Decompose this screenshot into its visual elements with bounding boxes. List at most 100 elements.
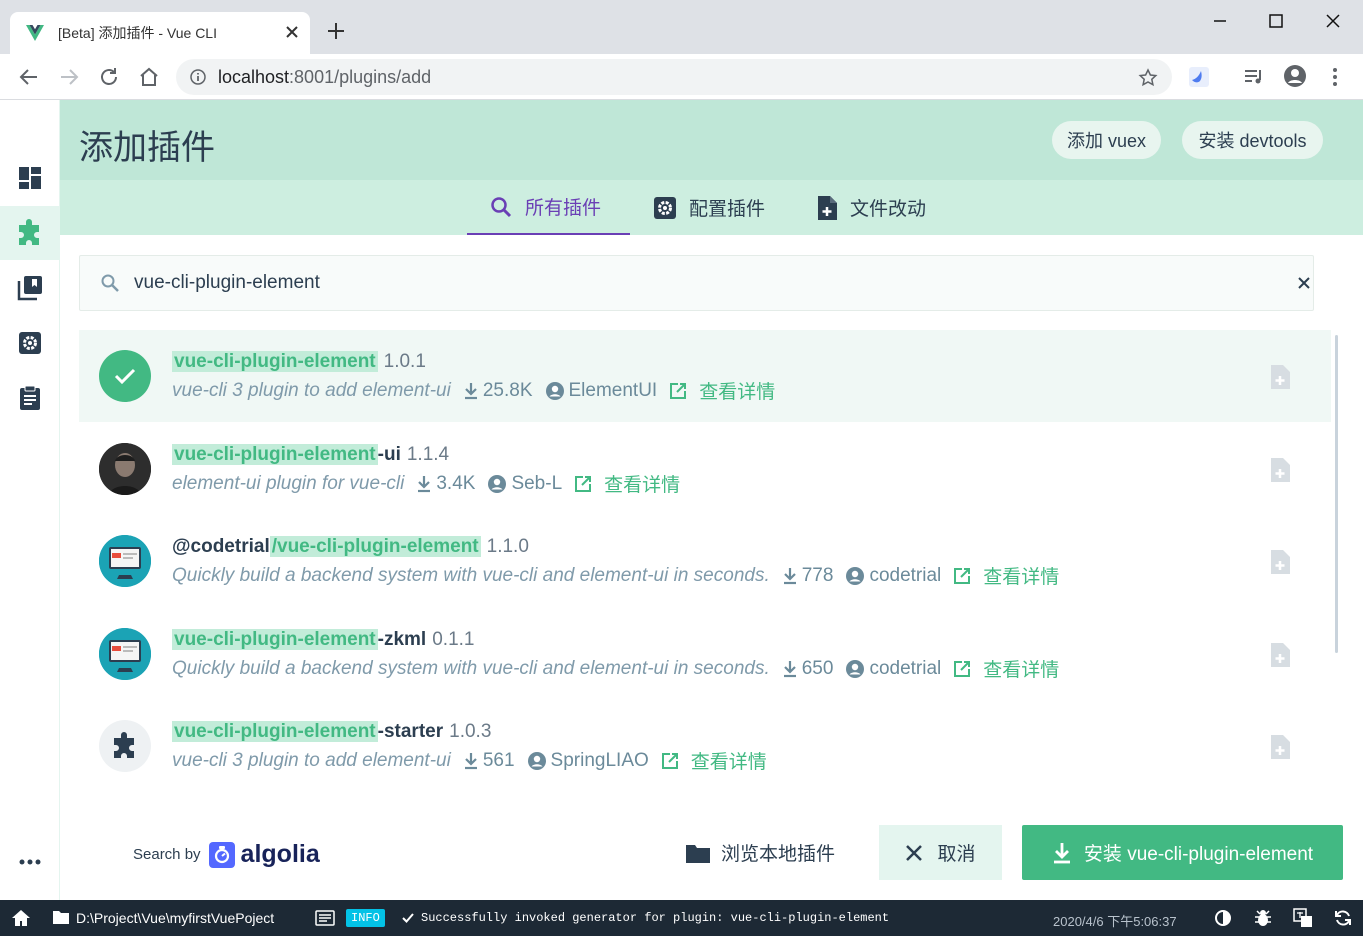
plugin-meta: vue-cli 3 plugin to add element-ui 561 S… [172, 747, 767, 774]
status-bar: D:\Project\Vue\myfirstVuePoject INFO Suc… [0, 900, 1363, 936]
bookmark-star-icon[interactable] [1138, 68, 1158, 88]
reload-icon[interactable] [98, 66, 120, 88]
download-count: 561 [482, 749, 515, 771]
bug-report-icon[interactable] [1254, 908, 1272, 928]
home-icon[interactable] [11, 909, 31, 927]
plugin-description: vue-cli 3 plugin to add element-ui [172, 749, 451, 771]
folder-icon [685, 842, 711, 864]
translate-icon[interactable] [1293, 908, 1313, 928]
console-log-icon[interactable] [315, 910, 335, 926]
install-devtools-button[interactable]: 安装 devtools [1182, 121, 1323, 159]
add-vuex-button[interactable]: 添加 vuex [1052, 121, 1161, 159]
refresh-icon[interactable] [1333, 908, 1353, 928]
download-count: 778 [801, 564, 834, 586]
view-details-link[interactable]: 查看详情 [691, 747, 767, 774]
tab-file-changes[interactable]: 文件改动 [816, 180, 926, 235]
plugin-name: vue-cli-plugin-element -starter 1.0.3 [172, 721, 492, 742]
close-window-icon[interactable] [1323, 11, 1343, 31]
author-icon [488, 474, 507, 493]
plugin-meta: Quickly build a backend system with vue-… [172, 562, 1059, 589]
project-path[interactable]: D:\Project\Vue\myfirstVuePoject [76, 910, 274, 926]
view-details-link[interactable]: 查看详情 [983, 562, 1059, 589]
dark-mode-icon[interactable] [1214, 909, 1232, 927]
home-icon[interactable] [138, 66, 160, 88]
address-bar[interactable]: localhost:8001/plugins/add [176, 59, 1172, 95]
plugin-name: @codetrial/vue-cli-plugin-element 1.1.0 [172, 536, 529, 557]
author-name: codetrial [869, 657, 942, 679]
plugin-meta: element-ui plugin for vue-cli 3.4K Seb-L… [172, 470, 680, 497]
sidebar-more[interactable] [0, 835, 60, 889]
browse-local-plugin-button[interactable]: 浏览本地插件 [670, 825, 850, 880]
media-queue-icon[interactable] [1243, 66, 1265, 88]
sidebar-item-tasks[interactable] [0, 371, 60, 425]
view-details-link[interactable]: 查看详情 [699, 377, 775, 404]
plugin-item[interactable]: @codetrial/vue-cli-plugin-element 1.1.0 Q… [79, 515, 1331, 607]
author-avatar [99, 628, 151, 680]
sidebar-item-dashboard[interactable] [0, 151, 60, 205]
profile-icon[interactable] [1283, 64, 1307, 88]
tab-configure-plugins[interactable]: 配置插件 [653, 180, 765, 235]
file-add-icon[interactable] [1269, 457, 1291, 483]
file-add-icon[interactable] [1269, 642, 1291, 668]
sidebar-item-dependencies[interactable] [0, 261, 60, 315]
check-icon [401, 911, 415, 925]
sidebar-item-plugins[interactable] [0, 206, 60, 260]
download-icon [464, 752, 477, 769]
search-icon [100, 273, 120, 293]
browser-menu-icon[interactable] [1325, 66, 1345, 88]
back-icon[interactable] [18, 66, 40, 88]
plugin-list: vue-cli-plugin-element 1.0.1 vue-cli 3 pl… [79, 330, 1331, 800]
file-add-icon[interactable] [1269, 549, 1291, 575]
plugin-item[interactable]: vue-cli-plugin-element -ui 1.1.4 element-u… [79, 423, 1331, 515]
cancel-button[interactable]: 取消 [879, 825, 1002, 880]
download-icon [783, 660, 796, 677]
plugin-name: vue-cli-plugin-element 1.0.1 [172, 351, 426, 372]
author-name: codetrial [869, 564, 942, 586]
page-title: 添加插件 [79, 129, 215, 167]
author-icon [846, 659, 865, 678]
view-details-link[interactable]: 查看详情 [604, 470, 680, 497]
clipboard-icon [18, 385, 42, 411]
search-input[interactable] [134, 272, 1234, 294]
download-icon [418, 475, 431, 492]
tab-all-plugins[interactable]: 所有插件 [467, 180, 630, 235]
extension-bird-icon[interactable] [1188, 66, 1210, 88]
download-count: 650 [801, 657, 834, 679]
gear-icon [653, 196, 689, 220]
browser-toolbar: localhost:8001/plugins/add [0, 54, 1363, 100]
author-icon [527, 751, 546, 770]
install-plugin-button[interactable]: 安装 vue-cli-plugin-element [1022, 825, 1343, 880]
plugin-item[interactable]: vue-cli-plugin-element -zkml 0.1.1 Quickly… [79, 608, 1331, 700]
settings-icon [18, 331, 42, 355]
algolia-logo-icon [208, 841, 235, 868]
puzzle-icon [15, 218, 45, 248]
external-link-icon [670, 382, 687, 399]
algolia-attribution[interactable]: Search by algolia [133, 840, 320, 869]
author-icon [846, 566, 865, 585]
plugin-item[interactable]: vue-cli-plugin-element 1.0.1 vue-cli 3 pl… [79, 330, 1331, 422]
view-details-link[interactable]: 查看详情 [983, 655, 1059, 682]
browser-tab-strip: [Beta] 添加插件 - Vue CLI [0, 0, 1363, 54]
clear-search-icon[interactable] [1297, 276, 1311, 290]
download-icon [783, 567, 796, 584]
close-tab-icon[interactable] [284, 24, 300, 40]
file-add-icon[interactable] [1269, 364, 1291, 390]
list-scrollbar[interactable] [1335, 335, 1338, 653]
new-tab-icon[interactable] [326, 21, 346, 41]
sidebar-item-configuration[interactable] [0, 316, 60, 370]
info-icon[interactable] [190, 69, 206, 85]
minimize-icon[interactable] [1210, 11, 1230, 31]
file-add-icon[interactable] [1269, 734, 1291, 760]
plugin-description: Quickly build a backend system with vue-… [172, 657, 770, 679]
log-level-badge: INFO [346, 909, 385, 927]
maximize-icon[interactable] [1266, 11, 1286, 31]
forward-icon[interactable] [58, 66, 80, 88]
browser-tab[interactable]: [Beta] 添加插件 - Vue CLI [10, 12, 310, 54]
folder-icon [52, 910, 70, 925]
external-link-icon [954, 567, 971, 584]
url-text: localhost:8001/plugins/add [218, 66, 432, 87]
download-count: 3.4K [436, 472, 476, 494]
plugin-meta: vue-cli 3 plugin to add element-ui 25.8K… [172, 377, 775, 404]
plugin-item[interactable]: vue-cli-plugin-element -starter 1.0.3 vue-… [79, 700, 1331, 792]
plugin-name: vue-cli-plugin-element -ui 1.1.4 [172, 444, 450, 465]
